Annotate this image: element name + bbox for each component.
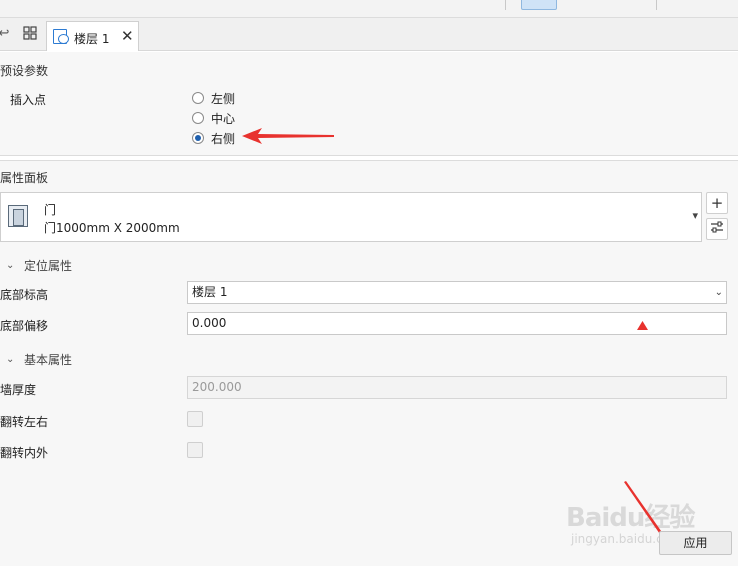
- base-offset-value: 0.000: [192, 316, 227, 330]
- preset-parameters-section: 预设参数 插入点 左侧 中心 右侧: [0, 52, 738, 156]
- radio-button-checked[interactable]: [192, 132, 204, 144]
- type-selector[interactable]: 门 门1000mm X 2000mm ▾: [0, 192, 702, 242]
- red-arrow-annotation: [242, 128, 334, 144]
- flip-in-out-label: 翻转内外: [0, 446, 49, 460]
- section-title: 预设参数: [0, 64, 49, 78]
- wall-thickness-label: 墙厚度: [0, 383, 37, 397]
- wall-thickness-input: 200.000: [187, 376, 727, 399]
- radio-button[interactable]: [192, 112, 204, 124]
- grid-view-icon[interactable]: [22, 26, 38, 42]
- toolbar-active-button[interactable]: [521, 0, 557, 10]
- tab-bar: ↩ 楼层 1 ✕: [0, 18, 738, 51]
- flip-left-right-label: 翻转左右: [0, 415, 49, 429]
- radio-button[interactable]: [192, 92, 204, 104]
- group-basic[interactable]: ⌄ 基本属性: [6, 351, 72, 368]
- tab-label: 楼层 1: [74, 32, 110, 46]
- close-icon[interactable]: ✕: [121, 27, 134, 45]
- type-name: 门: [44, 203, 57, 217]
- add-type-button[interactable]: +: [706, 192, 728, 214]
- wall-thickness-value: 200.000: [192, 380, 242, 394]
- red-marker-annotation: [637, 321, 648, 330]
- chevron-down-icon: ▾: [692, 209, 698, 222]
- group-positioning[interactable]: ⌄ 定位属性: [6, 257, 72, 274]
- group-label: 基本属性: [24, 353, 73, 367]
- type-description: 门1000mm X 2000mm: [44, 221, 180, 235]
- flip-in-out-checkbox[interactable]: [187, 442, 203, 458]
- base-level-label: 底部标高: [0, 288, 49, 302]
- radio-label: 左侧: [211, 91, 236, 106]
- tab-floor-1[interactable]: 楼层 1 ✕: [46, 21, 139, 51]
- base-level-value: 楼层 1: [192, 285, 228, 299]
- door-icon: [8, 205, 28, 227]
- toolbar-separator: [505, 0, 506, 10]
- chevron-down-icon: ⌄: [714, 287, 723, 298]
- radio-label: 中心: [211, 111, 236, 126]
- insert-point-label: 插入点: [10, 93, 47, 107]
- radio-center[interactable]: 中心: [192, 110, 235, 126]
- chevron-down-icon: ⌄: [6, 260, 15, 271]
- flip-left-right-checkbox[interactable]: [187, 411, 203, 427]
- edit-type-button[interactable]: [706, 218, 728, 240]
- settings-sliders-icon: [711, 221, 723, 233]
- top-toolbar: [0, 0, 738, 18]
- base-level-select[interactable]: 楼层 1 ⌄: [187, 281, 727, 304]
- base-offset-label: 底部偏移: [0, 319, 49, 333]
- apply-button[interactable]: 应用: [659, 531, 732, 555]
- undo-icon[interactable]: ↩: [0, 26, 12, 42]
- group-label: 定位属性: [24, 259, 73, 273]
- radio-label: 右侧: [211, 131, 236, 146]
- chevron-down-icon: ⌄: [6, 354, 15, 365]
- radio-right[interactable]: 右侧: [192, 130, 235, 146]
- document-icon: [53, 29, 69, 44]
- section-title: 属性面板: [0, 171, 49, 185]
- radio-left[interactable]: 左侧: [192, 90, 235, 106]
- toolbar-separator: [656, 0, 657, 10]
